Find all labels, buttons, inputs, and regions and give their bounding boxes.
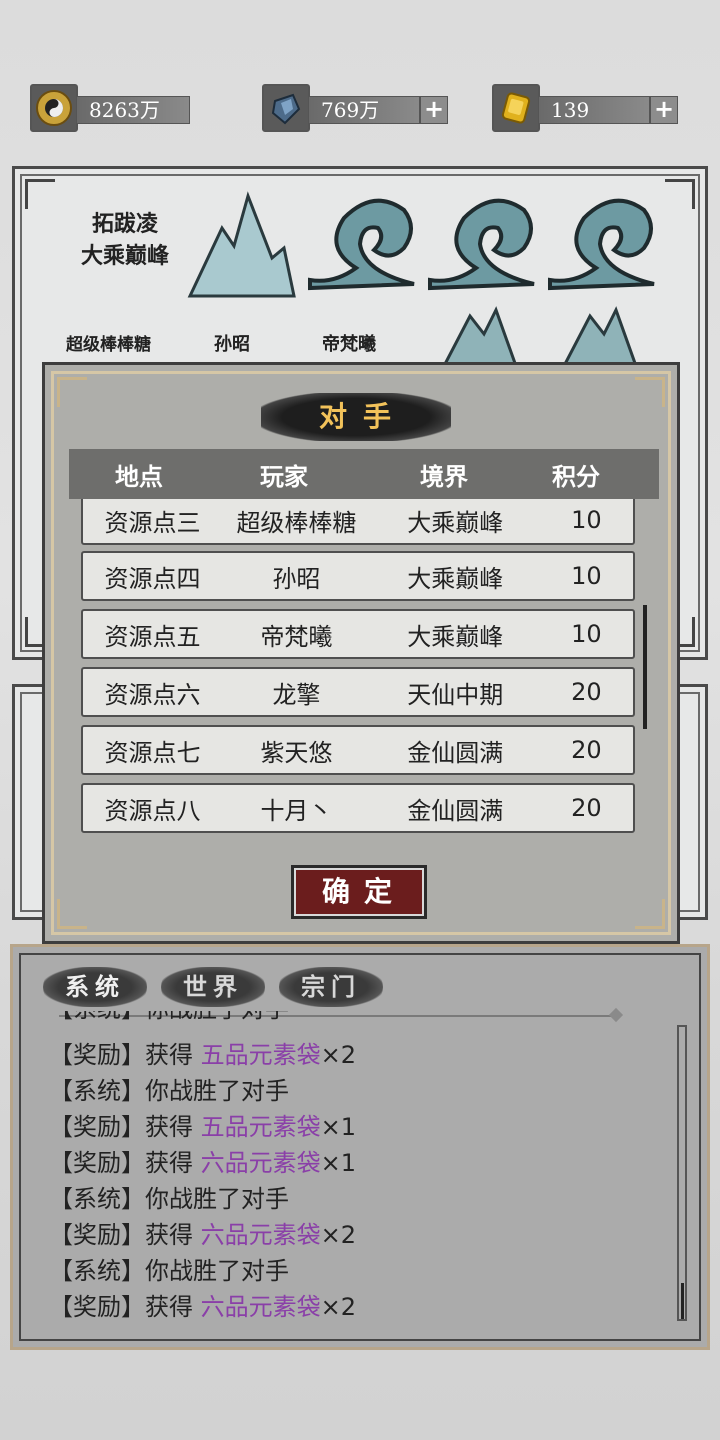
header-score: 积分 xyxy=(552,461,600,491)
chat-message: 【系统】你战胜了对手 xyxy=(49,1077,289,1105)
chat-scrollbar[interactable] xyxy=(677,1025,687,1321)
header-player: 玩家 xyxy=(260,461,308,491)
wave-icon xyxy=(548,198,655,291)
mountain-icon xyxy=(442,306,518,366)
mountain-icon xyxy=(187,191,296,298)
chat-message: 【系统】你战胜了对手 xyxy=(49,1257,289,1285)
opponent-list[interactable]: 资源点三 超级棒棒糖 大乘巅峰 10 资源点四 孙昭 大乘巅峰 10 资源点五 … xyxy=(81,499,635,833)
currency-value: 769万 xyxy=(308,96,420,124)
list-scrollbar[interactable] xyxy=(643,605,647,729)
currency-value: 139 xyxy=(538,96,650,124)
table-row[interactable]: 资源点三 超级棒棒糖 大乘巅峰 10 xyxy=(81,499,635,545)
gold-jade-icon xyxy=(492,84,540,132)
chat-message: 【奖励】获得 六品元素袋×2 xyxy=(49,1221,357,1249)
player-name: 孙昭 xyxy=(214,334,250,355)
chat-messages[interactable]: 【系统】你战胜了对手 【奖励】获得 五品元素袋×2 【系统】你战胜了对手 【奖励… xyxy=(49,1011,669,1327)
chat-panel: 系统 世界 宗门 【系统】你战胜了对手 【奖励】获得 五品元素袋×2 【系统】你… xyxy=(10,944,710,1350)
chat-message: 【奖励】获得 五品元素袋×2 xyxy=(49,1041,357,1069)
wave-icon xyxy=(308,198,415,291)
chat-message: 【奖励】获得 五品元素袋×1 xyxy=(49,1113,357,1141)
player-name: 超级棒棒糖 xyxy=(66,335,151,355)
tab-sect[interactable]: 宗门 xyxy=(279,967,383,1007)
header-realm: 境界 xyxy=(420,461,468,491)
opponent-dialog: 对手 地点 玩家 境界 积分 资源点三 超级棒棒糖 大乘巅峰 10 资源点四 孙… xyxy=(42,362,680,944)
table-row[interactable]: 资源点八 十月丶 金仙圆满 20 xyxy=(81,783,635,833)
chat-message: 【奖励】获得 六品元素袋×1 xyxy=(49,1149,357,1177)
player-name: 帝梵曦 xyxy=(322,334,376,355)
confirm-button[interactable]: 确定 xyxy=(291,865,427,919)
tab-system[interactable]: 系统 xyxy=(43,967,147,1007)
currency-value: 8263万 xyxy=(76,96,190,124)
chat-tabs: 系统 世界 宗门 xyxy=(43,967,383,1007)
table-row[interactable]: 资源点七 紫天悠 金仙圆满 20 xyxy=(81,725,635,775)
table-header: 地点 玩家 境界 积分 xyxy=(69,449,659,499)
team-title: 拓跋凌 大乘巅峰 xyxy=(80,211,169,269)
table-row[interactable]: 资源点五 帝梵曦 大乘巅峰 10 xyxy=(81,609,635,659)
table-row[interactable]: 资源点六 龙擎 天仙中期 20 xyxy=(81,667,635,717)
tab-world[interactable]: 世界 xyxy=(161,967,265,1007)
wave-icon xyxy=(428,198,535,291)
chat-message: 【奖励】获得 六品元素袋×2 xyxy=(49,1293,357,1321)
crystal-icon xyxy=(262,84,310,132)
add-gold-button[interactable]: + xyxy=(650,96,678,124)
dialog-title: 对手 xyxy=(318,400,407,433)
chat-message: 【系统】你战胜了对手 xyxy=(49,1185,289,1213)
table-row[interactable]: 资源点四 孙昭 大乘巅峰 10 xyxy=(81,551,635,601)
taiji-coin-icon xyxy=(30,84,78,132)
chat-message: 【系统】你战胜了对手 xyxy=(49,1011,289,1027)
header-location: 地点 xyxy=(115,461,163,491)
mountain-icon xyxy=(562,306,638,366)
add-crystal-button[interactable]: + xyxy=(420,96,448,124)
